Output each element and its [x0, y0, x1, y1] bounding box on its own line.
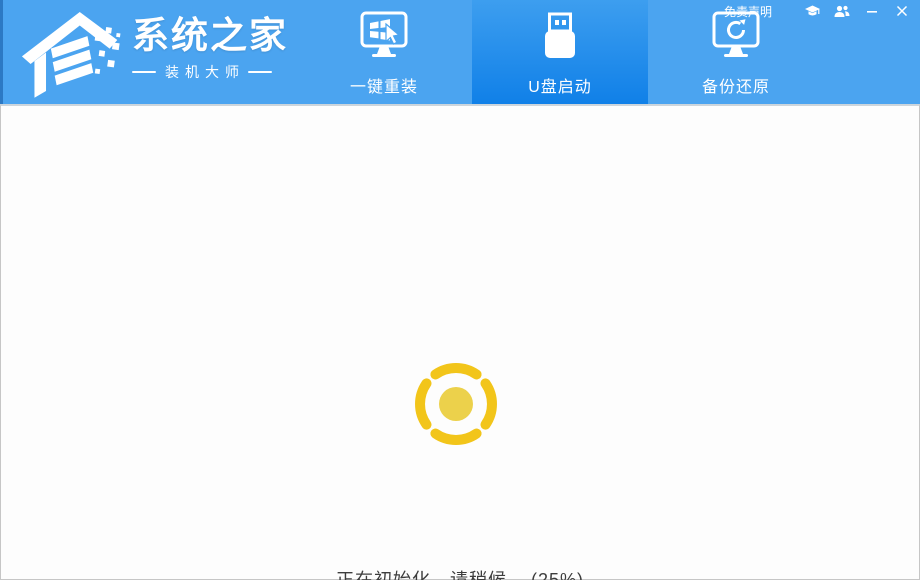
app-header: 系统之家 装机大师 免责声明: [0, 0, 920, 104]
yellow-spinner-icon: [406, 354, 506, 454]
logo-title: 系统之家: [132, 16, 288, 57]
tab-backup-restore[interactable]: 备份还原: [648, 0, 824, 104]
subtitle-right-line: [248, 71, 272, 73]
logo-text: 系统之家 装机大师: [132, 16, 288, 82]
logo-subtitle: 装机大师: [165, 62, 245, 82]
minimize-icon[interactable]: [864, 3, 880, 19]
monitor-restore-icon: [707, 11, 765, 68]
status-text: 正在初始化，请稍候... (25%): [1, 566, 919, 580]
monitor-windows-cursor-icon: [355, 11, 413, 68]
tab-label: 备份还原: [702, 73, 770, 97]
usb-drive-icon: [531, 11, 589, 68]
tab-label: U盘启动: [528, 73, 592, 97]
tab-one-click-reinstall[interactable]: 一键重装: [296, 0, 472, 104]
tab-usb-boot[interactable]: U盘启动: [472, 0, 648, 104]
tab-label: 一键重装: [350, 73, 418, 97]
close-icon[interactable]: [894, 3, 910, 19]
app-logo: 系统之家 装机大师: [20, 6, 288, 103]
house-pixels-icon: [20, 6, 126, 103]
users-icon[interactable]: [834, 3, 850, 19]
app-window: 系统之家 装机大师 免责声明: [0, 0, 920, 580]
main-content: 正在初始化，请稍候... (25%): [0, 104, 920, 580]
subtitle-left-line: [132, 71, 156, 73]
logo-subtitle-row: 装机大师: [132, 62, 272, 82]
nav-tabs: 一键重装 U盘启动: [296, 0, 824, 104]
